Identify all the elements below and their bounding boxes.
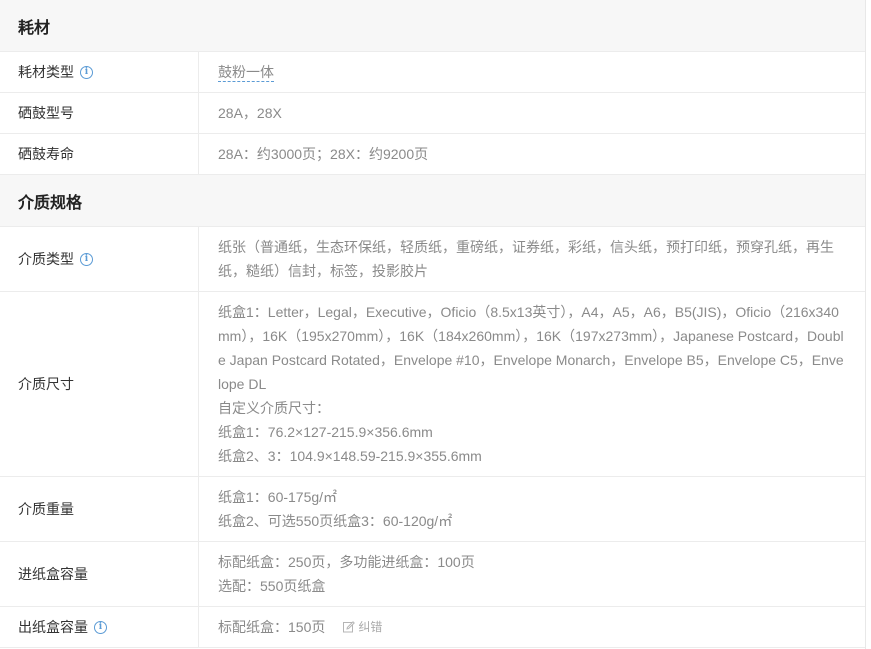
spec-value: 28A，28X xyxy=(199,93,865,133)
spec-row-media-weight: 介质重量 纸盒1：60-175g/㎡ 纸盒2、可选550页纸盒3：60-120g… xyxy=(0,477,865,542)
spec-row-output-capacity: 出纸盒容量 i 标配纸盒：150页 纠错 xyxy=(0,607,865,648)
spec-value-text: 28A：约3000页；28X：约9200页 xyxy=(218,146,429,162)
report-error-link[interactable]: 纠错 xyxy=(343,615,382,639)
spec-row-consumable-type: 耗材类型 i 鼓粉一体 xyxy=(0,52,865,93)
spec-label-text: 进纸盒容量 xyxy=(18,566,88,582)
section-header-media: 介质规格 xyxy=(0,175,865,227)
spec-value: 标配纸盒：150页 纠错 xyxy=(199,607,865,647)
spec-label-text: 介质尺寸 xyxy=(18,376,74,392)
info-icon[interactable]: i xyxy=(80,252,93,266)
spec-value: 标配纸盒：250页，多功能进纸盒：100页 选配：550页纸盒 xyxy=(199,542,865,606)
spec-value-text: 标配纸盒：250页，多功能进纸盒：100页 xyxy=(218,554,475,570)
spec-label: 介质类型 i xyxy=(0,227,199,291)
spec-label: 硒鼓型号 xyxy=(0,93,199,133)
info-icon[interactable]: i xyxy=(94,620,107,634)
spec-value-text: 选配：550页纸盒 xyxy=(218,578,326,594)
spec-value-text: 纸盒1：60-175g/㎡ xyxy=(218,489,338,505)
spec-value: 纸张（普通纸，生态环保纸，轻质纸，重磅纸，证券纸，彩纸，信头纸，预打印纸，预穿孔… xyxy=(199,227,865,291)
spec-row-drum-life: 硒鼓寿命 28A：约3000页；28X：约9200页 xyxy=(0,134,865,175)
spec-label: 硒鼓寿命 xyxy=(0,134,199,174)
spec-value-text: 标配纸盒：150页 xyxy=(218,619,326,635)
spec-value-text: 纸盒1：Letter，Legal，Executive，Oficio（8.5x13… xyxy=(218,304,844,392)
spec-value-text: 纸盒1：76.2×127-215.9×356.6mm xyxy=(218,424,433,440)
spec-table: 耗材 耗材类型 i 鼓粉一体 硒鼓型号 28A，28X 硒鼓寿命 28A：约30… xyxy=(0,0,866,649)
consumable-type-link[interactable]: 鼓粉一体 xyxy=(218,63,274,82)
spec-value-text: 自定义介质尺寸： xyxy=(218,400,330,416)
section-title: 介质规格 xyxy=(18,194,83,212)
edit-pencil-icon xyxy=(343,621,356,633)
spec-label-text: 介质类型 xyxy=(18,251,74,267)
spec-value: 纸盒1：Letter，Legal，Executive，Oficio（8.5x13… xyxy=(199,292,865,476)
spec-value-text: 28A，28X xyxy=(218,105,282,121)
spec-label-text: 硒鼓型号 xyxy=(18,105,74,121)
spec-label-text: 硒鼓寿命 xyxy=(18,146,74,162)
section-title: 耗材 xyxy=(18,19,51,37)
spec-value: 鼓粉一体 xyxy=(199,52,865,92)
spec-row-input-capacity: 进纸盒容量 标配纸盒：250页，多功能进纸盒：100页 选配：550页纸盒 xyxy=(0,542,865,607)
spec-label: 介质重量 xyxy=(0,477,199,541)
spec-value-text: 纸盒2、3：104.9×148.59-215.9×355.6mm xyxy=(218,448,482,464)
spec-label: 进纸盒容量 xyxy=(0,542,199,606)
spec-label: 耗材类型 i xyxy=(0,52,199,92)
report-error-label: 纠错 xyxy=(358,620,383,634)
spec-value: 28A：约3000页；28X：约9200页 xyxy=(199,134,865,174)
spec-row-media-size: 介质尺寸 纸盒1：Letter，Legal，Executive，Oficio（8… xyxy=(0,292,865,477)
spec-label-text: 耗材类型 xyxy=(18,64,74,80)
spec-label-text: 介质重量 xyxy=(18,501,74,517)
spec-value-text: 纸盒2、可选550页纸盒3：60-120g/㎡ xyxy=(218,513,453,529)
spec-label: 介质尺寸 xyxy=(0,292,199,476)
spec-row-media-type: 介质类型 i 纸张（普通纸，生态环保纸，轻质纸，重磅纸，证券纸，彩纸，信头纸，预… xyxy=(0,227,865,292)
section-header-consumables: 耗材 xyxy=(0,0,865,52)
spec-row-drum-model: 硒鼓型号 28A，28X xyxy=(0,93,865,134)
spec-value: 纸盒1：60-175g/㎡ 纸盒2、可选550页纸盒3：60-120g/㎡ xyxy=(199,477,865,541)
spec-value-text: 纸张（普通纸，生态环保纸，轻质纸，重磅纸，证券纸，彩纸，信头纸，预打印纸，预穿孔… xyxy=(218,239,834,279)
info-icon[interactable]: i xyxy=(80,65,93,79)
spec-label-text: 出纸盒容量 xyxy=(18,619,88,635)
spec-label: 出纸盒容量 i xyxy=(0,607,199,647)
